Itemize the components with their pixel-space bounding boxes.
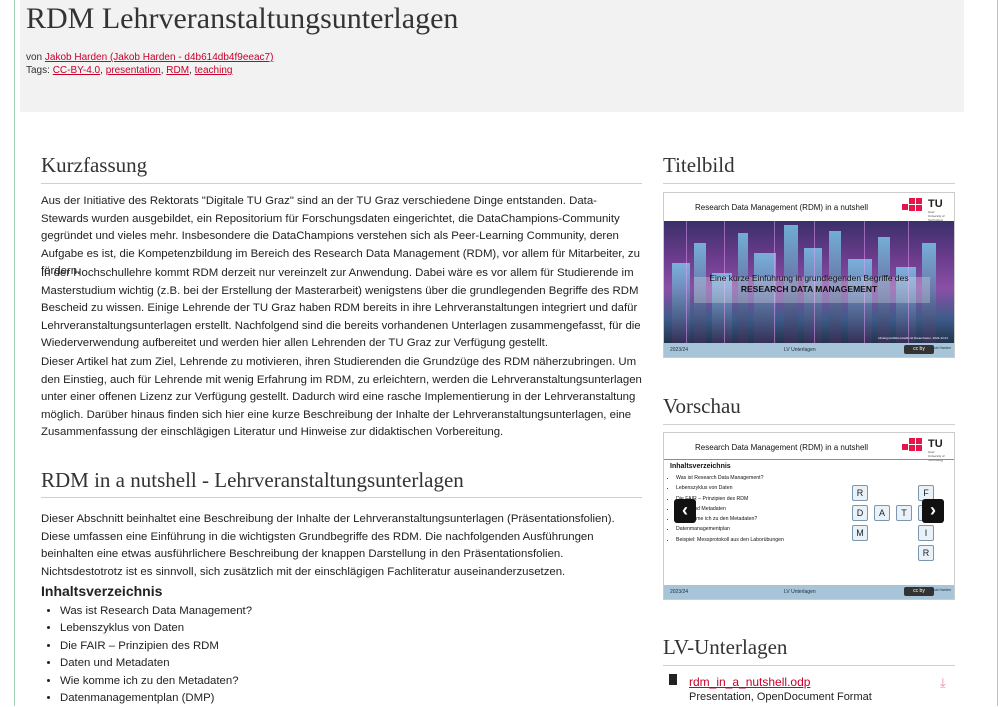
download-icon[interactable]: ⤓ [940, 675, 946, 691]
toc-item: Lebenszyklus von Daten [60, 620, 252, 637]
tu-graz-logo: TU Graz University of Technology [902, 438, 946, 462]
preview-toc-title: Inhaltsverzeichnis [670, 463, 731, 470]
materials-heading: LV-Unterlagen [663, 635, 788, 659]
cover-background-cityscape: Eine kurze Einführung in grundlegenden B… [664, 221, 954, 343]
nutshell-divider [41, 497, 642, 498]
toc-item: Die FAIR – Prinzipien des RDM [60, 638, 252, 655]
nutshell-heading: RDM in a nutshell - Lehrveranstaltungsun… [41, 468, 464, 492]
file-type: Presentation, OpenDocument Format [689, 691, 872, 703]
toc-list: Was ist Research Data Management? Lebens… [42, 603, 252, 707]
toc-heading: Inhaltsverzeichnis [41, 583, 163, 599]
summary-paragraph-3: Dieser Artikel hat zum Ziel, Lehrende zu… [41, 356, 642, 438]
tag-link-teaching[interactable]: teaching [195, 65, 233, 76]
toc-item: Daten und Metadaten [60, 655, 252, 672]
cover-slide-footer: 2023/24 LV Unterlagen cc by Jakob Harden [664, 343, 954, 357]
preview-slide-footer: 2023/24 LV Unterlagen cc by Jakob Harden [664, 585, 954, 599]
letter-tile: R [852, 485, 868, 501]
toc-item: Wie komme ich zu den Metadaten? [60, 673, 252, 690]
letter-tile: T [896, 505, 912, 521]
toc-item: Datenmanagementplan (DMP) [60, 690, 252, 707]
preview-divider [663, 424, 955, 425]
author-prefix: von [26, 52, 43, 63]
carousel-prev-button[interactable]: ‹ [674, 499, 696, 523]
cover-divider [663, 183, 955, 184]
preview-toc-item: Datenmanagementplan [676, 524, 784, 534]
summary-heading: Kurzfassung [41, 153, 148, 177]
tu-graz-logo: TU Graz University of Technology [902, 198, 946, 222]
preview-carousel[interactable]: Research Data Management (RDM) in a nuts… [663, 432, 955, 600]
preview-toc-item: Was ist Research Data Management? [676, 473, 784, 483]
preview-toc-item: Lebenszyklus von Daten [676, 483, 784, 493]
cover-main-line: RESEARCH DATA MANAGEMENT [740, 284, 878, 294]
tag-link-presentation[interactable]: presentation [106, 65, 161, 76]
author-link[interactable]: Jakob Harden (Jakob Harden - d4b614db4f9… [45, 52, 274, 63]
page-header: RDM Lehrveranstaltungsunterlagen von Jak… [20, 0, 964, 112]
tag-link-cc-by[interactable]: CC-BY-4.0 [53, 65, 100, 76]
cover-slide-title: Research Data Management (RDM) in a nuts… [695, 203, 868, 212]
file-download-link[interactable]: rdm_in_a_nutshell.odp [689, 675, 810, 689]
tags-line: Tags: CC-BY-4.0, presentation, RDM, teac… [26, 65, 232, 76]
nutshell-paragraph: Dieser Abschnitt beinhaltet eine Beschre… [41, 513, 615, 578]
cover-image[interactable]: Research Data Management (RDM) in a nuts… [663, 192, 955, 358]
letter-tile: A [874, 505, 890, 521]
letter-tile: I [918, 525, 934, 541]
preview-slide-title: Research Data Management (RDM) in a nuts… [695, 443, 868, 452]
tag-separator: , [160, 65, 164, 76]
preview-title-rule [664, 459, 954, 460]
tag-link-rdm[interactable]: RDM [166, 65, 189, 76]
preview-heading: Vorschau [663, 394, 741, 418]
file-icon [669, 674, 677, 685]
author-line: von Jakob Harden (Jakob Harden - d4b614d… [26, 52, 273, 63]
summary-paragraph-2: In der Hochschullehre kommt RDM derzeit … [41, 267, 641, 349]
cover-credit: Hintergrundbild erstellt mit Dreamfusion… [878, 336, 948, 340]
preview-toc-item: Beispiel: Messprotokoll aus den Laborübu… [676, 535, 784, 545]
letter-tile: M [852, 525, 868, 541]
cover-heading: Titelbild [663, 153, 735, 177]
tag-separator: , [189, 65, 192, 76]
cover-subtitle-line: Eine kurze Einführung in grundlegenden B… [709, 273, 909, 283]
summary-divider [41, 183, 642, 184]
letter-tile: R [918, 545, 934, 561]
carousel-next-button[interactable]: › [922, 499, 944, 523]
toc-item: Was ist Research Data Management? [60, 603, 252, 620]
letter-tile: D [852, 505, 868, 521]
materials-divider [663, 665, 955, 666]
tags-prefix: Tags: [26, 65, 50, 76]
page-title: RDM Lehrveranstaltungsunterlagen [26, 2, 459, 35]
tag-separator: , [100, 65, 103, 76]
